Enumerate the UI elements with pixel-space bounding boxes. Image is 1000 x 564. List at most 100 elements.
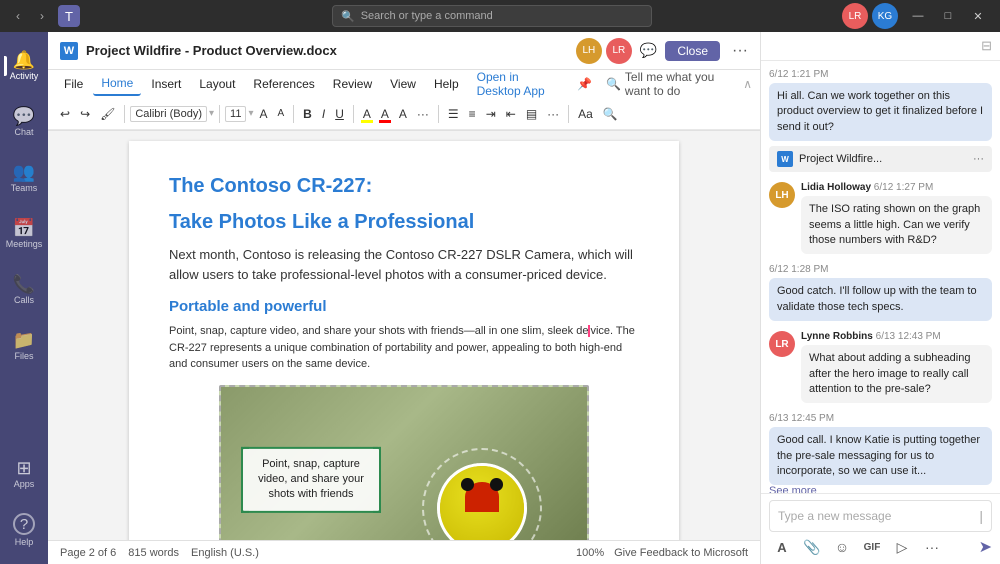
search-bar[interactable]: 🔍 Search or type a command <box>332 5 652 27</box>
bold-button[interactable]: B <box>299 105 316 123</box>
msg2-meta: Lidia Holloway 6/12 1:27 PM <box>801 182 992 193</box>
sidebar-item-help[interactable]: ? Help <box>4 504 44 556</box>
collaborator-avatar-1[interactable]: LH <box>576 38 602 64</box>
more-doc-options-button[interactable]: ··· <box>732 42 748 60</box>
menu-help[interactable]: Help <box>426 73 467 95</box>
toolbar-separator-2 <box>219 105 220 123</box>
doc-page: The Contoso CR-227: Take Photos Like a P… <box>129 141 679 540</box>
format-text-button[interactable]: A <box>769 536 795 558</box>
status-bar: Page 2 of 6 815 words English (U.S.) 100… <box>48 540 760 564</box>
align-more-button[interactable]: ··· <box>543 105 563 123</box>
file-ref-more-button[interactable]: ··· <box>973 153 984 165</box>
sticker-button[interactable]: ▷ <box>889 536 915 558</box>
msg2-time: 6/12 1:27 PM <box>874 182 933 193</box>
gif-button[interactable]: GIF <box>859 536 885 558</box>
sidebar-item-apps[interactable]: ⊞ Apps <box>4 448 44 500</box>
chat-collapse-button[interactable]: ⊟ <box>981 38 992 54</box>
help-icon: ? <box>13 513 35 535</box>
align-left-button[interactable]: ▤ <box>522 105 541 123</box>
nav-forward-button[interactable]: › <box>32 6 52 26</box>
doc-section-title: Portable and powerful <box>169 298 639 315</box>
minimize-button[interactable]: — <box>904 5 932 27</box>
italic-button[interactable]: I <box>318 105 329 123</box>
more-format-button[interactable]: ··· <box>413 105 433 123</box>
sidebar-item-calls[interactable]: 📞 Calls <box>4 264 44 316</box>
doc-scroll-area[interactable]: The Contoso CR-227: Take Photos Like a P… <box>48 131 760 540</box>
more-options-button[interactable]: ··· <box>919 536 945 558</box>
chat-toolbar: A 📎 ☺ GIF ▷ ··· ➤ <box>769 536 992 558</box>
undo-button[interactable]: ↩ <box>56 105 74 123</box>
sidebar-item-chat[interactable]: 💬 Chat <box>4 96 44 148</box>
word-count: 815 words <box>128 547 179 559</box>
meetings-icon: 📅 <box>13 219 35 237</box>
numbering-button[interactable]: ≡ <box>465 105 480 123</box>
maximize-button[interactable]: □ <box>934 5 962 27</box>
collaborator-avatar-2[interactable]: LR <box>606 38 632 64</box>
underline-button[interactable]: U <box>331 105 348 123</box>
font-name-select[interactable]: Calibri (Body) <box>130 106 207 122</box>
chat-message-4: LR Lynne Robbins 6/13 12:43 PM What abou… <box>769 331 992 403</box>
avatar-lidia: LH <box>769 182 795 208</box>
font-size-dropdown-icon: ▾ <box>248 108 253 119</box>
user-avatar-2[interactable]: KG <box>872 3 898 29</box>
font-color-button[interactable]: A <box>377 105 393 123</box>
close-doc-button[interactable]: Close <box>665 41 720 61</box>
search-icon: 🔍 <box>341 10 355 23</box>
chat-icon-doc[interactable]: 💬 <box>640 42 657 59</box>
menu-layout[interactable]: Layout <box>191 73 243 95</box>
doc-body-text[interactable]: Point, snap, capture video, and share yo… <box>169 323 639 373</box>
decrease-font-button[interactable]: A <box>274 106 289 121</box>
font-size-select[interactable]: 11 <box>225 106 246 122</box>
menu-references[interactable]: References <box>245 73 322 95</box>
bullets-button[interactable]: ☰ <box>444 105 463 123</box>
indent-button[interactable]: ⇥ <box>482 105 500 123</box>
open-desktop-button[interactable]: Open in Desktop App <box>469 66 571 102</box>
chat-input-box[interactable]: Type a new message | <box>769 500 992 532</box>
find-button[interactable]: 🔍 <box>599 105 622 123</box>
meetings-label: Meetings <box>6 239 43 249</box>
highlight-color-swatch <box>361 120 373 123</box>
doc-image[interactable]: Point, snap, capture video, and share yo… <box>219 385 589 541</box>
msg3-meta: 6/12 1:28 PM <box>769 264 992 275</box>
main-area: 🔔 Activity 💬 Chat 👥 Teams 📅 Meetings 📞 C… <box>0 32 1000 564</box>
msg4-bubble: What about adding a subheading after the… <box>801 345 992 403</box>
msg1-meta: 6/12 1:21 PM <box>769 69 992 80</box>
user-avatar-1[interactable]: LR <box>842 3 868 29</box>
chat-message-2: LH Lidia Holloway 6/12 1:27 PM The ISO r… <box>769 182 992 254</box>
msg5-meta: 6/13 12:45 PM <box>769 413 992 424</box>
sidebar-item-meetings[interactable]: 📅 Meetings <box>4 208 44 260</box>
increase-font-button[interactable]: A <box>255 105 271 123</box>
chat-messages-list[interactable]: 6/12 1:21 PM Hi all. Can we work togethe… <box>761 61 1000 493</box>
close-window-button[interactable]: ✕ <box>964 5 992 27</box>
sidebar-item-files[interactable]: 📁 Files <box>4 320 44 372</box>
highlight-color-button[interactable]: A <box>359 105 375 123</box>
chat-message-5: 6/13 12:45 PM Good call. I know Katie is… <box>769 413 992 493</box>
sidebar-item-teams[interactable]: 👥 Teams <box>4 152 44 204</box>
file-reference[interactable]: W Project Wildfire... ··· <box>769 146 992 172</box>
clear-format-button[interactable]: A <box>395 105 411 123</box>
msg4-time: 6/13 12:43 PM <box>876 331 941 342</box>
format-painter-button[interactable]: 🖌 <box>96 105 119 123</box>
doc-intro-text[interactable]: Next month, Contoso is releasing the Con… <box>169 245 639 284</box>
chat-nav-icon: 💬 <box>13 107 35 125</box>
see-more-link[interactable]: See more <box>769 485 992 493</box>
nav-back-button[interactable]: ‹ <box>8 6 28 26</box>
sidebar-item-activity[interactable]: 🔔 Activity <box>4 40 44 92</box>
menu-view[interactable]: View <box>382 73 424 95</box>
redo-button[interactable]: ↪ <box>76 105 94 123</box>
outdent-button[interactable]: ⇤ <box>502 105 520 123</box>
menu-home[interactable]: Home <box>93 72 141 96</box>
attach-file-button[interactable]: 📎 <box>799 536 825 558</box>
feedback-link[interactable]: Give Feedback to Microsoft <box>614 547 748 559</box>
chat-panel: ⊟ 6/12 1:21 PM Hi all. Can we work toget… <box>760 32 1000 564</box>
chat-nav-label: Chat <box>14 127 33 137</box>
menu-review[interactable]: Review <box>325 73 380 95</box>
doc-collapse-button[interactable]: ∧ <box>743 77 752 91</box>
corner-bracket-br <box>373 505 381 513</box>
menu-file[interactable]: File <box>56 73 91 95</box>
menu-insert[interactable]: Insert <box>143 73 189 95</box>
emoji-button[interactable]: ☺ <box>829 536 855 558</box>
send-message-button[interactable]: ➤ <box>979 537 992 557</box>
tell-me-field[interactable]: 🔍 Tell me what you want to do <box>598 66 741 102</box>
format-styles-button[interactable]: Aa <box>574 105 597 123</box>
